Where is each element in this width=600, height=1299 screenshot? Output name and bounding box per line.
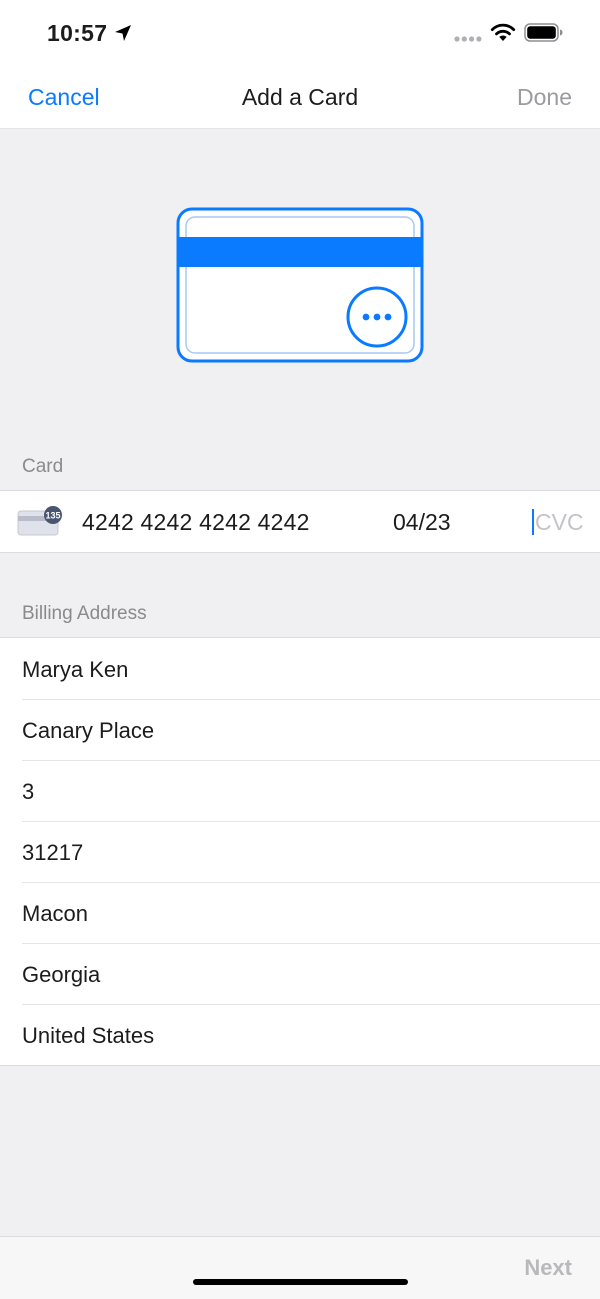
page-title: Add a Card (241, 84, 359, 110)
done-button[interactable]: Done (517, 84, 572, 111)
postal-code-value: 31217 (22, 840, 84, 865)
address-line-2-value: 3 (22, 779, 35, 804)
cvc-field[interactable]: CVC (532, 507, 592, 537)
battery-icon (524, 23, 563, 42)
address-line-2-field[interactable]: 3 (0, 760, 600, 821)
state-value: Georgia (22, 962, 101, 987)
card-input-row: 135 4242 4242 4242 4242 04/23 CVC (0, 490, 600, 553)
navigation-bar: Cancel Add a Card Done (0, 64, 600, 129)
cvc-placeholder: CVC (535, 509, 584, 535)
billing-address-list: Marya Ken Canary Place 3 31217 Macon Geo… (0, 637, 600, 1066)
text-cursor (532, 509, 534, 535)
next-button[interactable]: Next (524, 1255, 572, 1281)
card-expiry-field[interactable]: 04/23 (393, 509, 451, 536)
city-value: Macon (22, 901, 89, 926)
card-brand-badge: 135 (45, 510, 60, 520)
status-time: 10:57 (47, 20, 108, 46)
status-bar: 10:57 (0, 0, 600, 64)
card-section-header: Card (22, 456, 64, 477)
home-indicator[interactable] (193, 1279, 408, 1285)
country-value: United States (22, 1023, 155, 1048)
signal-dots-icon (454, 36, 482, 42)
postal-code-field[interactable]: 31217 (0, 821, 600, 882)
city-field[interactable]: Macon (0, 882, 600, 943)
keyboard-accessory-bar: Next (0, 1236, 600, 1299)
name-field[interactable]: Marya Ken (0, 638, 600, 699)
card-brand-icon: 135 (17, 506, 62, 536)
billing-section-header: Billing Address (22, 603, 147, 624)
card-back-illustration (176, 207, 424, 363)
state-field[interactable]: Georgia (0, 943, 600, 1004)
name-value: Marya Ken (22, 657, 129, 682)
card-number-field[interactable]: 4242 4242 4242 4242 (82, 509, 310, 536)
street-value: Canary Place (22, 718, 155, 743)
wifi-icon (490, 23, 516, 41)
location-arrow-icon (115, 25, 131, 41)
country-field[interactable]: United States (0, 1004, 600, 1065)
street-field[interactable]: Canary Place (0, 699, 600, 760)
